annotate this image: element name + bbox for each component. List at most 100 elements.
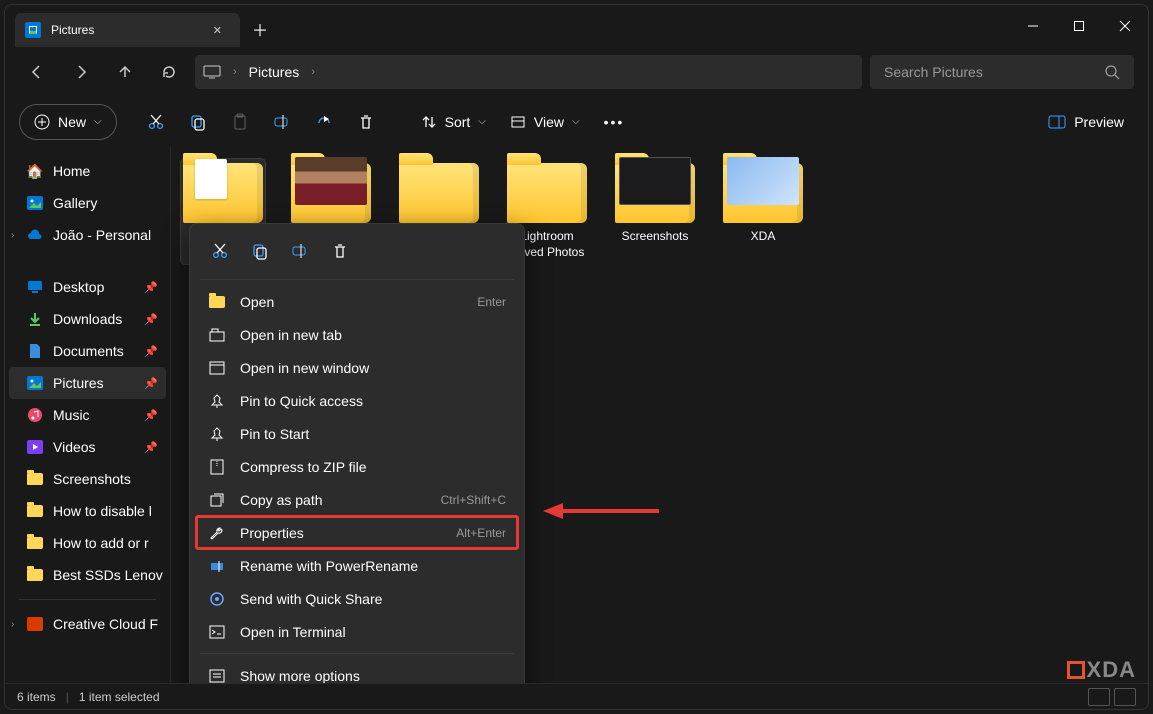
cut-button[interactable] (137, 104, 175, 140)
navigation-pane[interactable]: 🏠Home Gallery ›João - Personal Desktop📌 … (5, 147, 171, 683)
sidebar-item-howto-add[interactable]: How to add or r (9, 527, 166, 559)
context-icon-row (196, 230, 518, 274)
sidebar-item-best-ssds[interactable]: Best SSDs Lenov (9, 559, 166, 591)
rename-icon (291, 242, 309, 260)
sidebar-item-howto-disable[interactable]: How to disable l (9, 495, 166, 527)
tab-pictures[interactable]: Pictures ✕ (15, 13, 240, 47)
chevron-right-icon[interactable]: › (11, 230, 14, 241)
document-icon (27, 343, 43, 359)
close-window-button[interactable] (1102, 10, 1148, 42)
separator (200, 653, 514, 654)
sidebar-item-creative-cloud[interactable]: ›Creative Cloud F (9, 608, 166, 640)
sidebar-item-documents[interactable]: Documents📌 (9, 335, 166, 367)
ctx-rename-powerrename[interactable]: Rename with PowerRename (196, 549, 518, 582)
command-bar: New ⌵ Sort ⌵ View ⌵ ••• Preview (5, 97, 1148, 147)
sidebar-item-music[interactable]: Music📌 (9, 399, 166, 431)
ctx-compress-zip[interactable]: Compress to ZIP file (196, 450, 518, 483)
copy-button[interactable] (179, 104, 217, 140)
chevron-right-icon[interactable]: › (11, 619, 14, 630)
address-bar[interactable]: › Pictures › (195, 55, 862, 89)
pin-icon: 📌 (144, 409, 158, 422)
sidebar-item-screenshots[interactable]: Screenshots (9, 463, 166, 495)
wrench-icon (208, 524, 226, 542)
sidebar-item-pictures[interactable]: Pictures📌 (9, 367, 166, 399)
sidebar-item-desktop[interactable]: Desktop📌 (9, 271, 166, 303)
ctx-open-new-window[interactable]: Open in new window (196, 351, 518, 384)
forward-button[interactable] (63, 54, 99, 90)
item-count: 6 items (17, 690, 56, 704)
ctx-open[interactable]: OpenEnter (196, 285, 518, 318)
content-pane[interactable]: Lightroom Saved Photos Screenshots XDA O… (171, 147, 1148, 683)
share-button[interactable] (305, 104, 343, 140)
ctx-copy-button[interactable] (242, 234, 278, 268)
sidebar-item-onedrive-personal[interactable]: ›João - Personal (9, 219, 166, 251)
folder-icon (27, 535, 43, 551)
ctx-cut-button[interactable] (202, 234, 238, 268)
cloud-icon (27, 227, 43, 243)
refresh-button[interactable] (151, 54, 187, 90)
search-box[interactable] (870, 55, 1134, 89)
rename-button[interactable] (263, 104, 301, 140)
ctx-rename-button[interactable] (282, 234, 318, 268)
ctx-open-terminal[interactable]: Open in Terminal (196, 615, 518, 648)
sidebar-item-home[interactable]: 🏠Home (9, 155, 166, 187)
ctx-delete-button[interactable] (322, 234, 358, 268)
ctx-pin-quick-access[interactable]: Pin to Quick access (196, 384, 518, 417)
ctx-show-more[interactable]: Show more options (196, 659, 518, 683)
main-pane: 🏠Home Gallery ›João - Personal Desktop📌 … (5, 147, 1148, 683)
copy-icon (189, 113, 207, 131)
terminal-icon (208, 623, 226, 641)
breadcrumb-segment[interactable]: Pictures (249, 64, 300, 80)
delete-button[interactable] (347, 104, 385, 140)
status-bar: 6 items | 1 item selected (5, 683, 1148, 709)
videos-icon (27, 439, 43, 455)
details-view-toggle[interactable] (1088, 688, 1110, 706)
chevron-right-icon: › (311, 66, 315, 78)
more-button[interactable]: ••• (594, 104, 635, 140)
maximize-button[interactable] (1056, 10, 1102, 42)
view-toggles (1088, 688, 1136, 706)
up-button[interactable] (107, 54, 143, 90)
thumbnails-view-toggle[interactable] (1114, 688, 1136, 706)
preview-button[interactable]: Preview (1038, 104, 1134, 140)
home-icon: 🏠 (27, 163, 43, 179)
sidebar-item-downloads[interactable]: Downloads📌 (9, 303, 166, 335)
ctx-quick-share[interactable]: Send with Quick Share (196, 582, 518, 615)
back-button[interactable] (19, 54, 55, 90)
ctx-pin-start[interactable]: Pin to Start (196, 417, 518, 450)
this-pc-icon (203, 65, 221, 79)
folder-icon (27, 503, 43, 519)
sidebar-item-gallery[interactable]: Gallery (9, 187, 166, 219)
more-icon (208, 667, 226, 684)
downloads-icon (27, 311, 43, 327)
view-button[interactable]: View ⌵ (500, 104, 590, 140)
ctx-properties[interactable]: PropertiesAlt+Enter (196, 516, 518, 549)
folder-icon (27, 567, 43, 583)
sidebar-item-videos[interactable]: Videos📌 (9, 431, 166, 463)
chevron-right-icon: › (233, 66, 237, 78)
pin-icon: 📌 (144, 441, 158, 454)
chevron-down-icon: ⌵ (94, 116, 102, 127)
close-tab-icon[interactable]: ✕ (207, 20, 228, 41)
folder-icon (507, 163, 587, 223)
pictures-icon (25, 22, 41, 38)
minimize-button[interactable] (1010, 10, 1056, 42)
chevron-down-icon: ⌵ (478, 116, 486, 127)
new-button[interactable]: New ⌵ (19, 104, 117, 140)
creative-cloud-icon (27, 616, 43, 632)
folder-icon (291, 163, 371, 223)
folder-item[interactable]: Screenshots (613, 159, 697, 264)
folder-item[interactable]: XDA (721, 159, 805, 264)
paste-button[interactable] (221, 104, 259, 140)
search-input[interactable] (884, 64, 1104, 80)
pictures-icon (27, 375, 43, 391)
ctx-open-new-tab[interactable]: Open in new tab (196, 318, 518, 351)
new-tab-button[interactable]: ＋ (240, 11, 280, 47)
selected-count: 1 item selected (79, 690, 160, 704)
desktop-icon (27, 279, 43, 295)
sort-button[interactable]: Sort ⌵ (411, 104, 496, 140)
trash-icon (357, 113, 375, 131)
folder-icon (723, 163, 803, 223)
ctx-copy-path[interactable]: Copy as pathCtrl+Shift+C (196, 483, 518, 516)
plus-circle-icon (34, 114, 50, 130)
